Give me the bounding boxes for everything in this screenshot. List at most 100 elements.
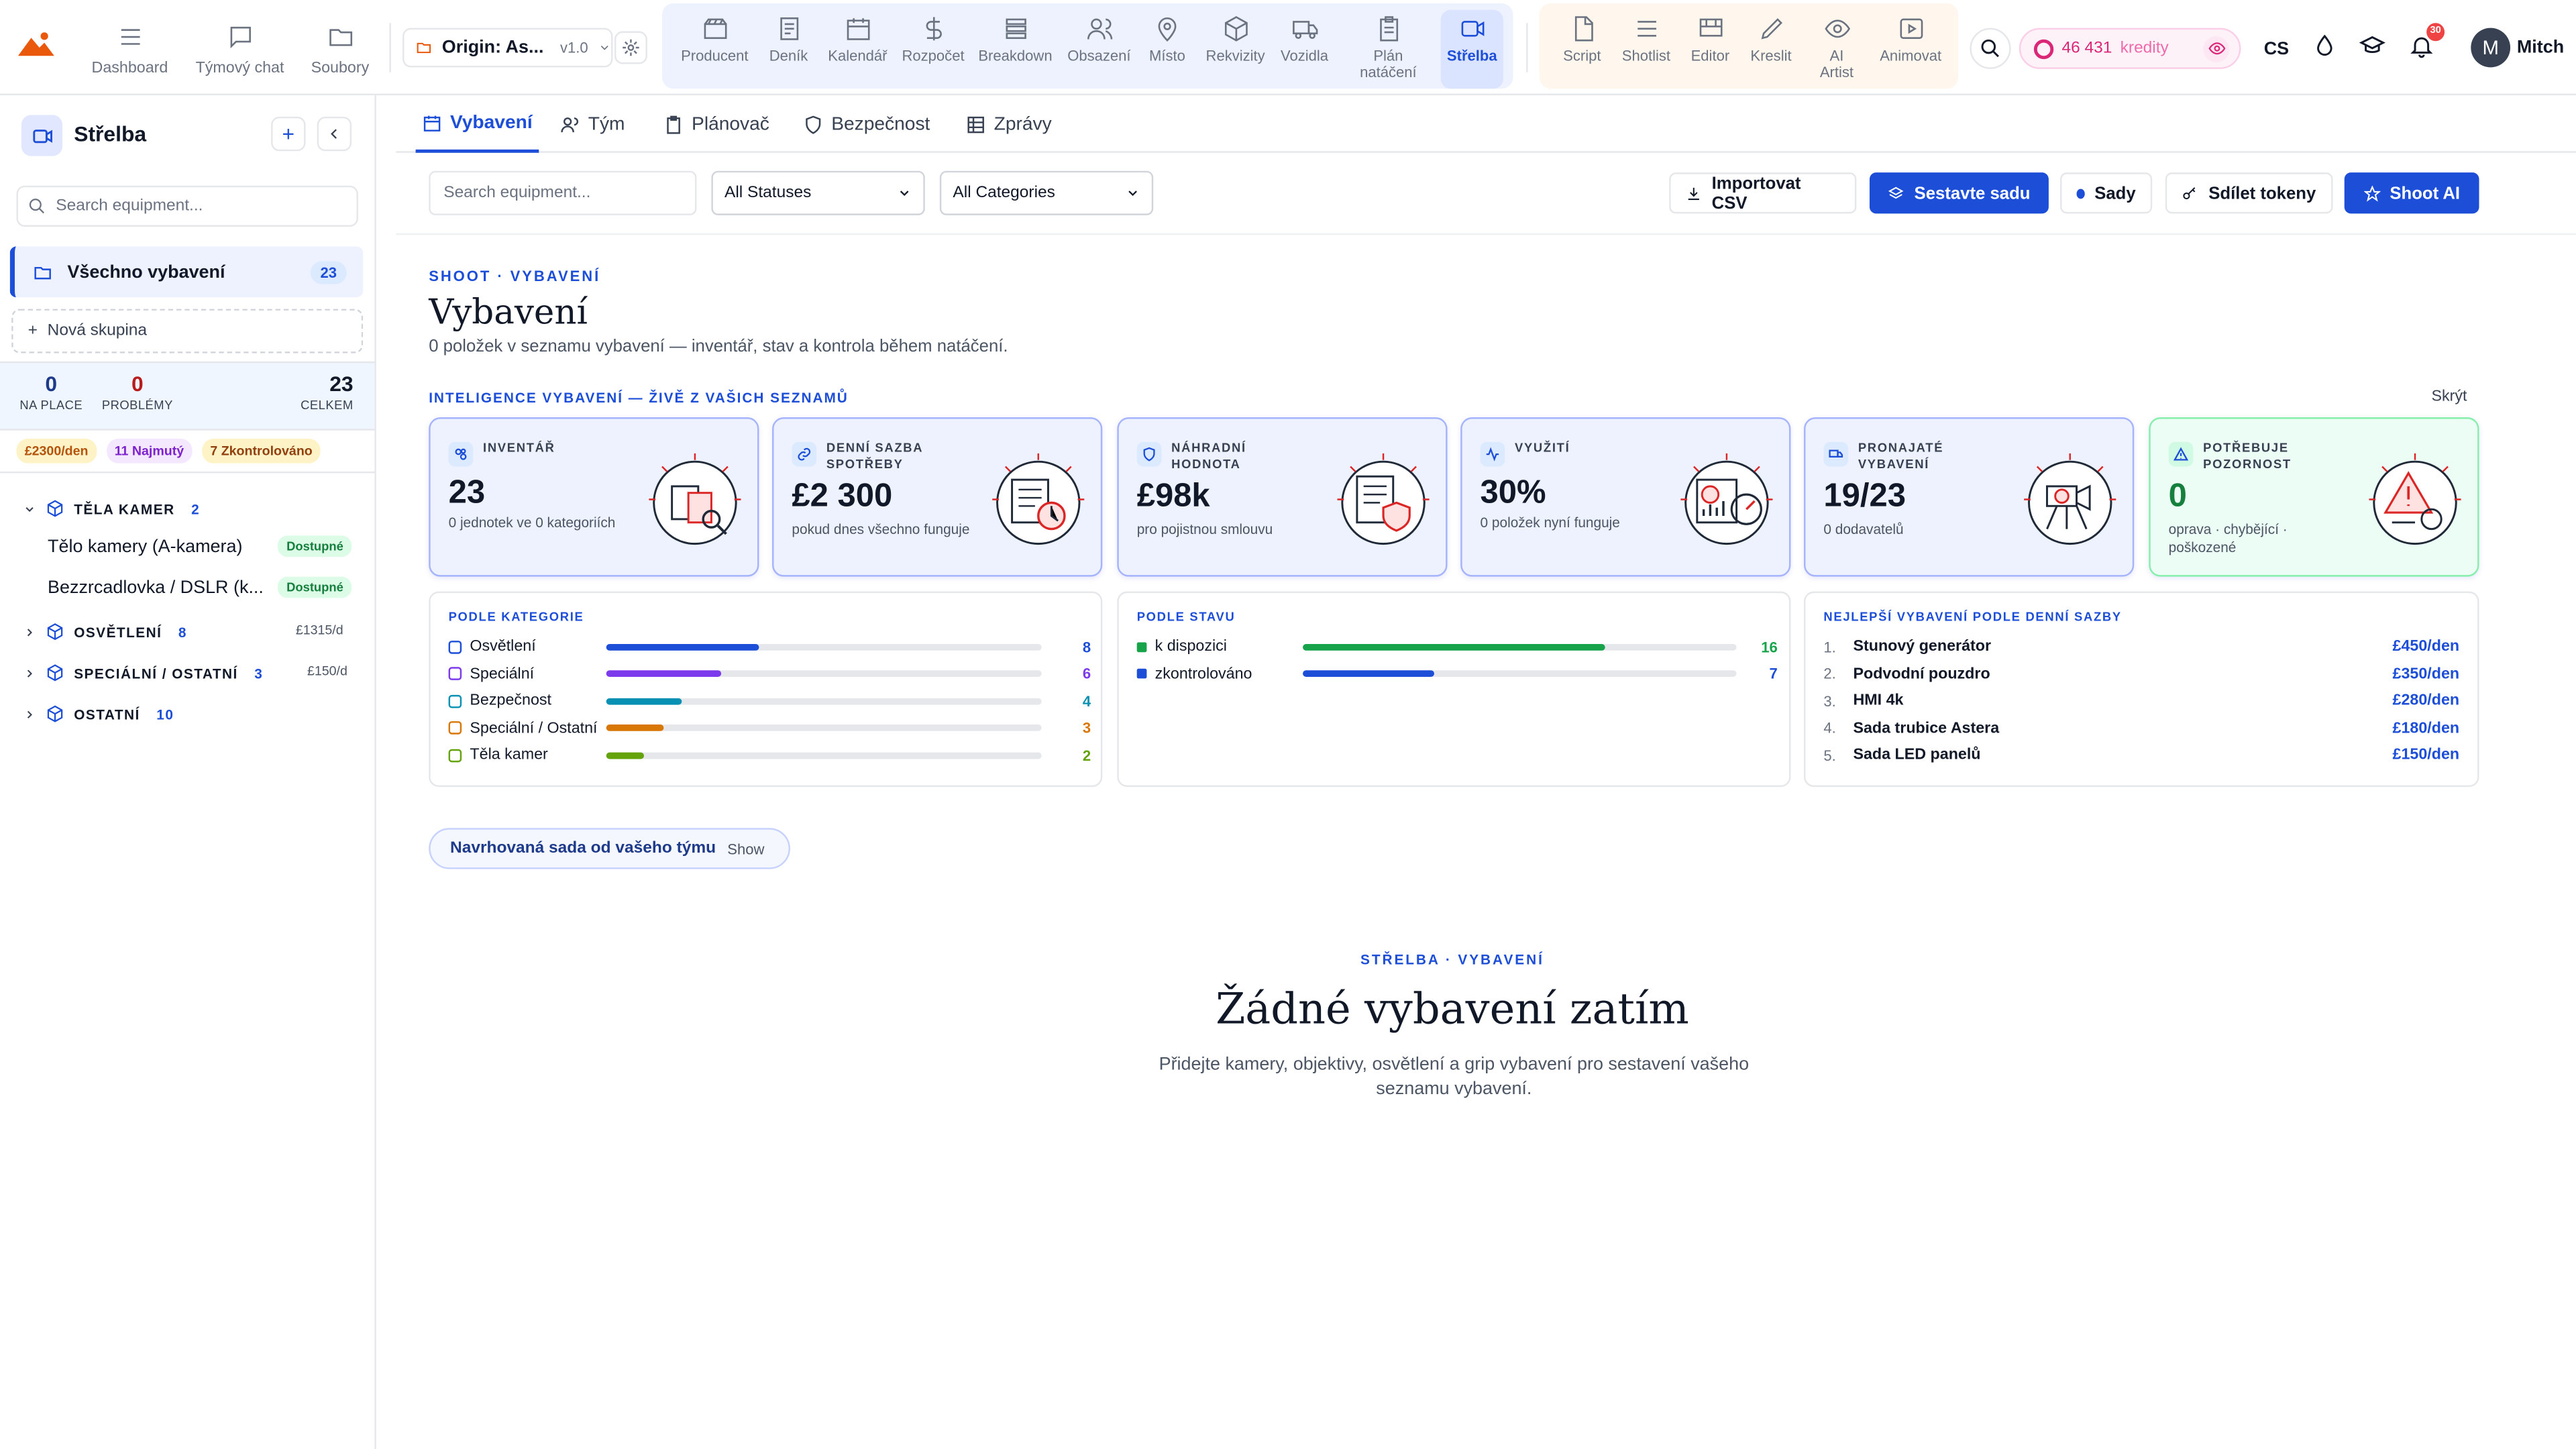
location-icon — [1158, 17, 1177, 42]
nav-shotlist[interactable]: Shotlist — [1617, 10, 1676, 89]
suggested-kit-label: Navrhovaná sada od vašeho týmu — [450, 839, 716, 858]
sidebar-search-placeholder: Search equipment... — [56, 197, 203, 215]
kpi-card-rented[interactable]: PRONAJATÉ VYBAVENÍ 19/23 0 dodavatelů — [1804, 417, 2135, 577]
kpi-value: 23 — [448, 474, 486, 511]
kits-button[interactable]: Sady — [2060, 172, 2153, 214]
nav-calendar[interactable]: Kalendář — [823, 10, 892, 89]
kpi-subtext: 0 položek nyní funguje — [1480, 514, 1620, 531]
nav-location[interactable]: Místo — [1140, 10, 1195, 89]
nav-ai-artist[interactable]: AI Artist — [1807, 10, 1866, 89]
top-rate-row[interactable]: 2. Podvodní pouzdro £350/den — [1823, 665, 2459, 683]
status-filter-select[interactable]: All Statuses — [711, 170, 925, 215]
tree-group-rate: £150/d — [307, 663, 347, 679]
camera-icon — [21, 115, 63, 156]
status-count: 7 — [1769, 665, 1778, 682]
users-icon — [561, 116, 578, 132]
add-equipment-button[interactable]: + — [271, 116, 306, 152]
top-rate-row[interactable]: 4. Sada trubice Astera £180/den — [1823, 718, 2459, 737]
status-dot-icon — [1136, 668, 1147, 679]
language-switcher[interactable]: CS — [2264, 40, 2289, 59]
nav-shoot[interactable]: Střelba — [1440, 9, 1503, 89]
nav-breakdown[interactable]: Breakdown — [974, 10, 1056, 89]
lines-icon — [1637, 21, 1656, 37]
shoot-ai-button[interactable]: Shoot AI — [2344, 172, 2479, 214]
box-icon — [1224, 16, 1247, 42]
tree-group-other[interactable]: OSTATNÍ 10 — [23, 705, 174, 723]
nav-files[interactable]: Soubory — [303, 10, 378, 89]
tab-safety[interactable]: Bezpečnost — [804, 95, 930, 153]
sidebar-item-all-equipment[interactable]: Všechno vybavení 23 — [9, 246, 364, 298]
status-badge: Dostupné — [278, 535, 352, 557]
share-tokens-button[interactable]: Sdílet tokeny — [2165, 172, 2333, 214]
equipment-search-input[interactable]: Search equipment... — [429, 170, 697, 215]
tab-team[interactable]: Tým — [560, 95, 625, 153]
nav-casting[interactable]: Obsazení — [1063, 10, 1136, 89]
top-rate-row[interactable]: 5. Sada LED panelů £150/den — [1823, 746, 2459, 764]
tab-equipment[interactable]: Vybavení — [415, 95, 539, 153]
global-search-button[interactable] — [1970, 28, 2011, 69]
credits-label: kredity — [2120, 39, 2169, 58]
hide-intelligence-link[interactable]: Skrýt — [2432, 388, 2467, 406]
drop-icon[interactable] — [2312, 33, 2338, 59]
sidebar-search-input[interactable]: Search equipment... — [16, 185, 358, 227]
nav-divider — [389, 23, 391, 72]
nav-producer[interactable]: Producent — [677, 10, 753, 89]
nav-animate[interactable]: Animovat — [1873, 10, 1949, 89]
list-icon — [1005, 18, 1026, 40]
suggested-kit-show-link[interactable]: Show — [727, 841, 764, 857]
tree-item[interactable]: Bezzrcadlovka / DSLR (k... Dostupné — [48, 576, 352, 598]
tree-group-camera-bodies[interactable]: TĚLA KAMER 2 — [23, 499, 200, 517]
nav-budget[interactable]: Rozpočet — [897, 10, 969, 89]
nav-dashboard[interactable]: Dashboard — [82, 10, 177, 89]
nav-vehicles[interactable]: Vozidla — [1275, 10, 1334, 89]
kpi-card-inventory[interactable]: INVENTÁŘ 23 0 jednotek ve 0 kategoriích — [429, 417, 759, 577]
category-label: Těla kamer — [448, 746, 606, 764]
nav-editor[interactable]: Editor — [1682, 10, 1738, 89]
app-logo-icon[interactable] — [17, 32, 54, 58]
category-count: 8 — [1082, 638, 1091, 655]
nav-props[interactable]: Rekvizity — [1201, 10, 1270, 89]
suggested-kit-pill[interactable]: Navrhovaná sada od vašeho týmu Show — [429, 828, 790, 869]
sidebar-chips: £2300/den 11 Najmutý 7 Zkontrolováno — [16, 438, 321, 464]
top-rate-row[interactable]: 1. Stunový generátor £450/den — [1823, 637, 2459, 655]
nav-draw[interactable]: Kreslit — [1745, 10, 1797, 89]
nav-journal[interactable]: Deník — [759, 10, 818, 89]
import-csv-button[interactable]: Importovat CSV — [1669, 172, 1857, 214]
nav-team-chat[interactable]: Týmový chat — [186, 10, 294, 89]
kpi-card-attention[interactable]: POTŘEBUJE POZORNOST 0 oprava · chybějící… — [2149, 417, 2479, 577]
download-icon — [1688, 186, 1699, 199]
avatar[interactable]: M — [2471, 28, 2511, 68]
user-name[interactable]: Mitch — [2517, 38, 2564, 57]
new-group-button[interactable]: + Nová skupina — [11, 309, 364, 354]
empty-state-eyebrow: STŘELBA · VYBAVENÍ — [1360, 951, 1544, 968]
tab-planner[interactable]: Plánovač — [663, 95, 769, 153]
tab-reports[interactable]: Zprávy — [966, 95, 1052, 153]
credits-pill[interactable]: 46 431 kredity — [2019, 28, 2241, 69]
kpi-card-daily-rate[interactable]: DENNÍ SAZBA SPOTŘEBY £2 300 pokud dnes v… — [772, 417, 1103, 577]
kpi-card-replacement-value[interactable]: NÁHRADNÍ HODNOTA £98k pro pojistnou smlo… — [1117, 417, 1448, 577]
tree-item[interactable]: Tělo kamery (A-kamera) Dostupné — [48, 535, 352, 557]
top-rate-row[interactable]: 3. HMI 4k £280/den — [1823, 692, 2459, 710]
key-icon — [2184, 186, 2196, 199]
project-settings-button[interactable] — [614, 31, 647, 64]
category-label: Osvětlení — [448, 637, 606, 655]
graduation-cap-icon[interactable] — [2359, 33, 2385, 59]
kpi-card-utilization[interactable]: VYUŽITÍ 30% 0 položek nyní funguje — [1460, 417, 1791, 577]
rank-index: 5. — [1823, 747, 1836, 763]
tree-group-special-other[interactable]: SPECIÁLNÍ / OSTATNÍ 3 — [23, 663, 263, 682]
collapse-sidebar-button[interactable] — [317, 116, 352, 152]
chevron-down-icon — [600, 45, 608, 50]
top-navigation: Dashboard Týmový chat Soubory Origin: As… — [0, 0, 2576, 96]
nav-script[interactable]: Script — [1552, 10, 1611, 89]
category-filter-select[interactable]: All Categories — [939, 170, 1154, 215]
credits-eye-icon[interactable] — [2203, 35, 2230, 62]
nav-shoot-plan[interactable]: Plán natáčení — [1350, 10, 1426, 89]
tree-group-lighting[interactable]: OSVĚTLENÍ 8 — [23, 623, 187, 641]
category-bar-track — [606, 751, 1042, 759]
build-kit-button[interactable]: Sestavte sadu — [1869, 172, 2049, 214]
nav-divider — [1526, 23, 1528, 72]
project-selector[interactable]: Origin: As... v1.0 — [402, 28, 613, 68]
kpi-subtext: 0 jednotek ve 0 kategoriích — [448, 514, 616, 531]
status-row: k dispozici 16 — [1136, 637, 1778, 655]
stat-value: 0 — [131, 371, 144, 396]
